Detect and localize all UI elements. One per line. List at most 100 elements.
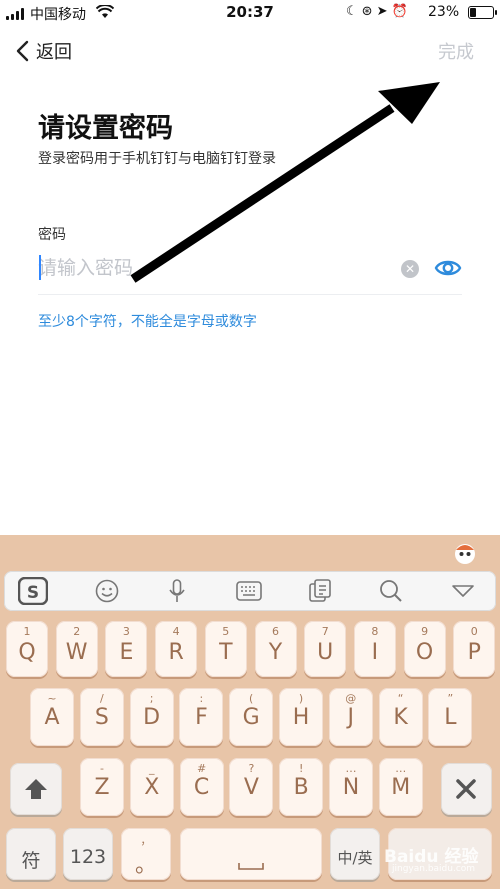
collapse-keyboard-icon[interactable] [450, 579, 476, 603]
status-bar: 中国移动 20:37 ☾⊛➤⏰ 23% [0, 0, 500, 26]
key-t[interactable]: 5T [204, 621, 247, 677]
key-c[interactable]: # C [179, 758, 224, 816]
key-e[interactable]: 3E [105, 621, 148, 677]
key-secondary-label: 7 [321, 625, 329, 638]
keyboard-mascot-icon[interactable] [452, 541, 478, 565]
key-l[interactable]: ” L [428, 688, 473, 746]
key-label: F [195, 705, 208, 730]
sogou-logo-icon[interactable]: S [18, 577, 48, 605]
keyboard-icon[interactable] [236, 579, 262, 603]
key-p[interactable]: 0P [453, 621, 496, 677]
language-switch-key[interactable]: 中/英 [330, 828, 380, 880]
key-secondary-label: “ [397, 692, 404, 705]
key-secondary-label: / [99, 692, 104, 705]
key-secondary-label: 9 [421, 625, 429, 638]
key-secondary-label: ? [248, 762, 255, 775]
space-bar-icon [238, 863, 264, 870]
key-label: T [219, 640, 233, 665]
key-o[interactable]: 9O [403, 621, 446, 677]
key-label: H [292, 705, 310, 730]
text-cursor [39, 255, 41, 280]
key-label: U [317, 640, 334, 665]
key-label: X [144, 775, 160, 800]
clipboard-icon[interactable] [307, 579, 333, 603]
key-label: D [143, 705, 161, 730]
shift-key[interactable] [10, 763, 62, 815]
key-secondary-label: @ [345, 692, 357, 705]
status-icons: ☾⊛➤⏰ [346, 4, 412, 19]
delete-key[interactable] [441, 763, 492, 815]
key-label: J [347, 705, 355, 730]
key-secondary-label: ( [249, 692, 254, 705]
key-label: V [243, 775, 259, 800]
battery-percent: 23% [428, 4, 460, 20]
key-y[interactable]: 6Y [254, 621, 297, 677]
keyboard-toolbar: S [4, 571, 496, 611]
key-label: P [467, 640, 481, 665]
numeric-key[interactable]: 123 [63, 828, 113, 880]
key-h[interactable]: ) H [279, 688, 323, 746]
key-u[interactable]: 7U [304, 621, 347, 677]
key-g[interactable]: (G [229, 688, 274, 746]
key-label: Y [268, 640, 283, 665]
key-s[interactable]: / S [79, 688, 124, 746]
key-secondary-label: ; [149, 692, 154, 705]
status-time: 20:37 [226, 3, 274, 21]
key-i[interactable]: 8I [353, 621, 396, 677]
key-label: E [119, 640, 134, 665]
page-subtitle: 登录密码用于手机钉钉与电脑钉钉登录 [38, 151, 276, 167]
key-f[interactable]: :F [179, 688, 224, 746]
key-secondary-label: … [345, 762, 357, 775]
alarm-icon: ⏰ [391, 4, 412, 19]
key-secondary-label: … [395, 762, 407, 775]
key-secondary-label: ” [447, 692, 454, 705]
key-secondary-label: 4 [172, 625, 180, 638]
space-key[interactable] [180, 828, 322, 880]
key-j[interactable]: @ J [328, 688, 373, 746]
delete-icon [456, 779, 476, 799]
back-button[interactable]: 返回 [16, 36, 72, 66]
numeric-key-label: 123 [69, 846, 107, 868]
key-n[interactable]: … N [329, 758, 373, 816]
key-label: G [242, 705, 260, 730]
password-input[interactable] [38, 252, 388, 284]
moon-icon: ☾ [346, 4, 362, 19]
done-button[interactable]: 完成 [438, 38, 474, 64]
key-a[interactable]: ~ A [30, 688, 74, 746]
punctuation-key[interactable]: ， 。 [121, 828, 171, 880]
key-m[interactable]: … M [378, 758, 423, 816]
key-label: S [94, 705, 109, 730]
key-secondary-label: 8 [371, 625, 379, 638]
key-label: I [371, 640, 379, 665]
key-secondary-label: : [199, 692, 204, 705]
chevron-left-icon [16, 40, 29, 62]
key-z[interactable]: -Z [80, 758, 124, 816]
key-secondary-label: _ [149, 762, 155, 775]
clear-input-icon[interactable]: ✕ [401, 260, 419, 278]
punctuation-sub-label: ， [140, 834, 152, 847]
page-title: 请设置密码 [38, 113, 173, 144]
show-password-icon[interactable] [434, 256, 462, 280]
key-secondary-label: ) [298, 692, 304, 705]
svg-text:S: S [27, 583, 39, 603]
key-b[interactable]: ! B [279, 758, 324, 816]
key-v[interactable]: ? V [229, 758, 274, 816]
search-icon[interactable] [378, 579, 404, 603]
battery-icon [468, 6, 497, 19]
key-label: Q [18, 640, 36, 665]
emoji-icon[interactable] [94, 579, 120, 603]
symbol-key[interactable]: 符 [6, 828, 56, 880]
key-label: A [44, 705, 60, 730]
key-d[interactable]: ; D [129, 688, 174, 746]
symbol-key-label: 符 [21, 850, 41, 872]
key-label: K [393, 705, 408, 730]
key-secondary-label: # [196, 762, 207, 775]
key-k[interactable]: “K [378, 688, 423, 746]
key-secondary-label: 5 [222, 625, 230, 638]
key-r[interactable]: 4R [155, 621, 198, 677]
key-x[interactable]: _ X [129, 758, 174, 816]
key-q[interactable]: 1Q [6, 621, 48, 677]
microphone-icon[interactable] [164, 579, 190, 603]
key-secondary-label: ~ [47, 692, 57, 705]
key-w[interactable]: 2W [55, 621, 98, 677]
